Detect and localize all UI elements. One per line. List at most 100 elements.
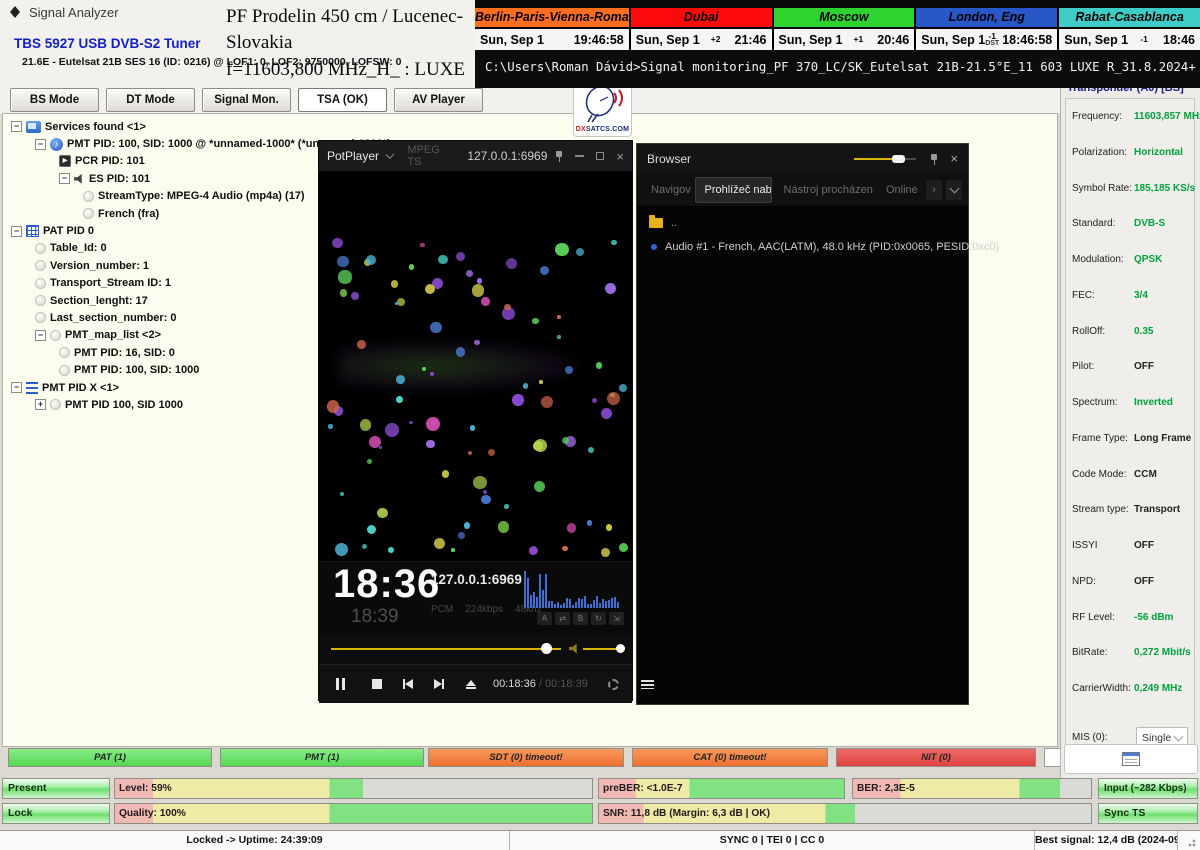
stream-url: 127.0.0.1:6969 [467,149,547,163]
tree-label: Version_number: 1 [50,260,149,272]
chevron-down-icon [1174,731,1184,741]
fullscreen-button[interactable]: ⇲ [609,612,624,625]
tree-label: StreamType: MPEG-4 Audio (mp4a) (17) [98,190,305,202]
clock-moscow: Moscow Sun, Sep 1+120:46 [772,8,915,50]
collapse-icon[interactable] [11,226,22,237]
tab-online[interactable]: Online S [878,178,922,202]
tree-label: Services found <1> [45,121,146,133]
field-fec: FEC:3/4 [1072,290,1188,301]
ab-swap-button[interactable]: ⇄ [555,612,570,625]
tab-bs-mode[interactable]: BS Mode [10,88,99,112]
scroll-next-button[interactable]: › [926,180,942,200]
codec-label: MPEG TS [407,144,451,168]
volume-speaker-icon[interactable] [569,643,580,654]
speaker-icon [74,173,85,184]
transponder-monitor-button[interactable] [1064,744,1198,774]
browser-opacity-slider[interactable] [854,154,916,164]
satellite-dish-icon [578,85,627,123]
ab-repeat-a-button[interactable]: A [537,612,552,625]
previous-button[interactable] [392,679,423,689]
loop-button[interactable]: ↻ [591,612,606,625]
logo-text: DXSATCS.COM [576,126,629,133]
collapse-icon[interactable] [35,139,46,150]
next-button[interactable] [423,679,454,689]
present-indicator: Present [2,778,110,799]
level-bar: Level: 59% [114,778,593,799]
potplayer-titlebar[interactable]: PotPlayer MPEG TS 127.0.0.1:6969 × [319,141,632,171]
ball-icon [35,260,46,271]
quality-bar: Quality: 100% [114,803,593,824]
previous-icon [405,679,413,689]
minimize-icon[interactable] [575,155,584,157]
pause-button[interactable] [319,678,361,690]
field-frametype: Frame Type:Long Frame [1072,433,1188,444]
app-title: Signal Analyzer [29,5,119,20]
signal-row-2: Lock Quality: 100% SNR: 11,8 dB (Margin:… [0,803,1200,824]
ball-icon [35,278,46,289]
playlist-menu-button[interactable] [632,680,664,689]
field-modulation: Modulation:QPSK [1072,254,1188,265]
signal-analyzer-icon [8,5,23,20]
clock-time: Sun, Sep 1+221:46 [631,29,772,50]
pat-table-icon [26,225,39,237]
browser-tabs: Navigovat Prohlížeč nabídky Nástroj proc… [637,173,968,207]
ab-repeat-b-button[interactable]: B [573,612,588,625]
video-visualization[interactable] [319,171,632,561]
slider-handle[interactable] [892,155,905,163]
tab-av-player[interactable]: AV Player [394,88,483,112]
ball-icon [35,295,46,306]
chevron-down-icon [949,183,959,193]
snr-bar: SNR: 11,8 dB (Margin: 6,3 dB | OK) [598,803,1092,824]
tree-label: Transport_Stream ID: 1 [50,277,171,289]
terminal-prompt: C:\Users\Roman Dávid>Signal monitoring_P… [485,60,1200,74]
tab-dt-mode[interactable]: DT Mode [106,88,195,112]
chevron-down-icon[interactable] [385,150,394,159]
collapse-icon[interactable] [11,382,22,393]
pin-icon[interactable] [930,153,938,165]
pmt-list-icon [26,382,38,394]
collapse-icon[interactable] [11,121,22,132]
bitrate-label: 224kbps [465,604,503,615]
collapse-icon[interactable] [35,330,46,341]
audio-track-item[interactable]: Audio #1 - French, AAC(LATM), 48.0 kHz (… [637,235,968,259]
tree-item-services[interactable]: Services found <1> [3,118,1057,135]
seek-slider[interactable] [331,648,561,650]
eject-button[interactable] [454,680,487,689]
clock-grid: Berlin-Paris-Vienna-Roma Sun, Sep 119:46… [475,8,1200,50]
close-icon[interactable]: × [950,151,958,166]
browser-titlebar[interactable]: Browser × [637,144,968,173]
tab-signal-mon[interactable]: Signal Mon. [202,88,291,112]
collapse-icon[interactable] [59,173,70,184]
resize-grip[interactable] [1178,831,1200,850]
clock-city-label: Berlin-Paris-Vienna-Roma [475,8,629,29]
tab-navigate[interactable]: Navigovat [643,178,691,202]
close-icon[interactable]: × [616,150,624,163]
terminal-window[interactable]: C:\Users\Roman Dávid>Signal monitoring_P… [475,50,1200,88]
ball-icon [59,347,70,358]
ball-icon [35,243,46,254]
tab-tsa[interactable]: TSA (OK) [298,88,387,112]
audio-track-label: Audio #1 - French, AAC(LATM), 48.0 kHz (… [665,241,999,253]
clock-city-label: London, Eng [916,8,1057,29]
volume-handle[interactable] [616,644,625,653]
bottom-statusbar: Locked -> Uptime: 24:39:09 SYNC 0 | TEI … [0,830,1200,850]
stop-button[interactable] [361,679,392,689]
clock-city-label: Rabat-Casablanca [1059,8,1200,29]
field-npd: NPD:OFF [1072,576,1188,587]
tree-label: PAT PID 0 [43,225,94,237]
field-carrierwidth: CarrierWidth:0,249 MHz [1072,683,1188,694]
tree-label: Section_lenght: 17 [50,295,148,307]
audio-spectrum [524,566,624,608]
dropdown-button[interactable] [946,180,962,200]
seek-handle[interactable] [541,643,552,654]
signal-row-1: Present Level: 59% preBER: <1.0E-7 BER: … [0,778,1200,799]
tab-subtitle-browser[interactable]: Nástroj procházení titulků [776,178,874,202]
folder-up-row[interactable]: .. [637,207,968,235]
potplayer-title: PotPlayer [327,149,379,163]
maximize-icon[interactable] [596,152,604,160]
settings-button[interactable] [596,679,632,690]
pin-icon[interactable] [555,150,563,162]
expand-icon[interactable] [35,399,46,410]
tab-menu-browser[interactable]: Prohlížeč nabídky [695,177,771,203]
ab-repeat-row: A ⇄ B ↻ ⇲ [537,612,624,625]
